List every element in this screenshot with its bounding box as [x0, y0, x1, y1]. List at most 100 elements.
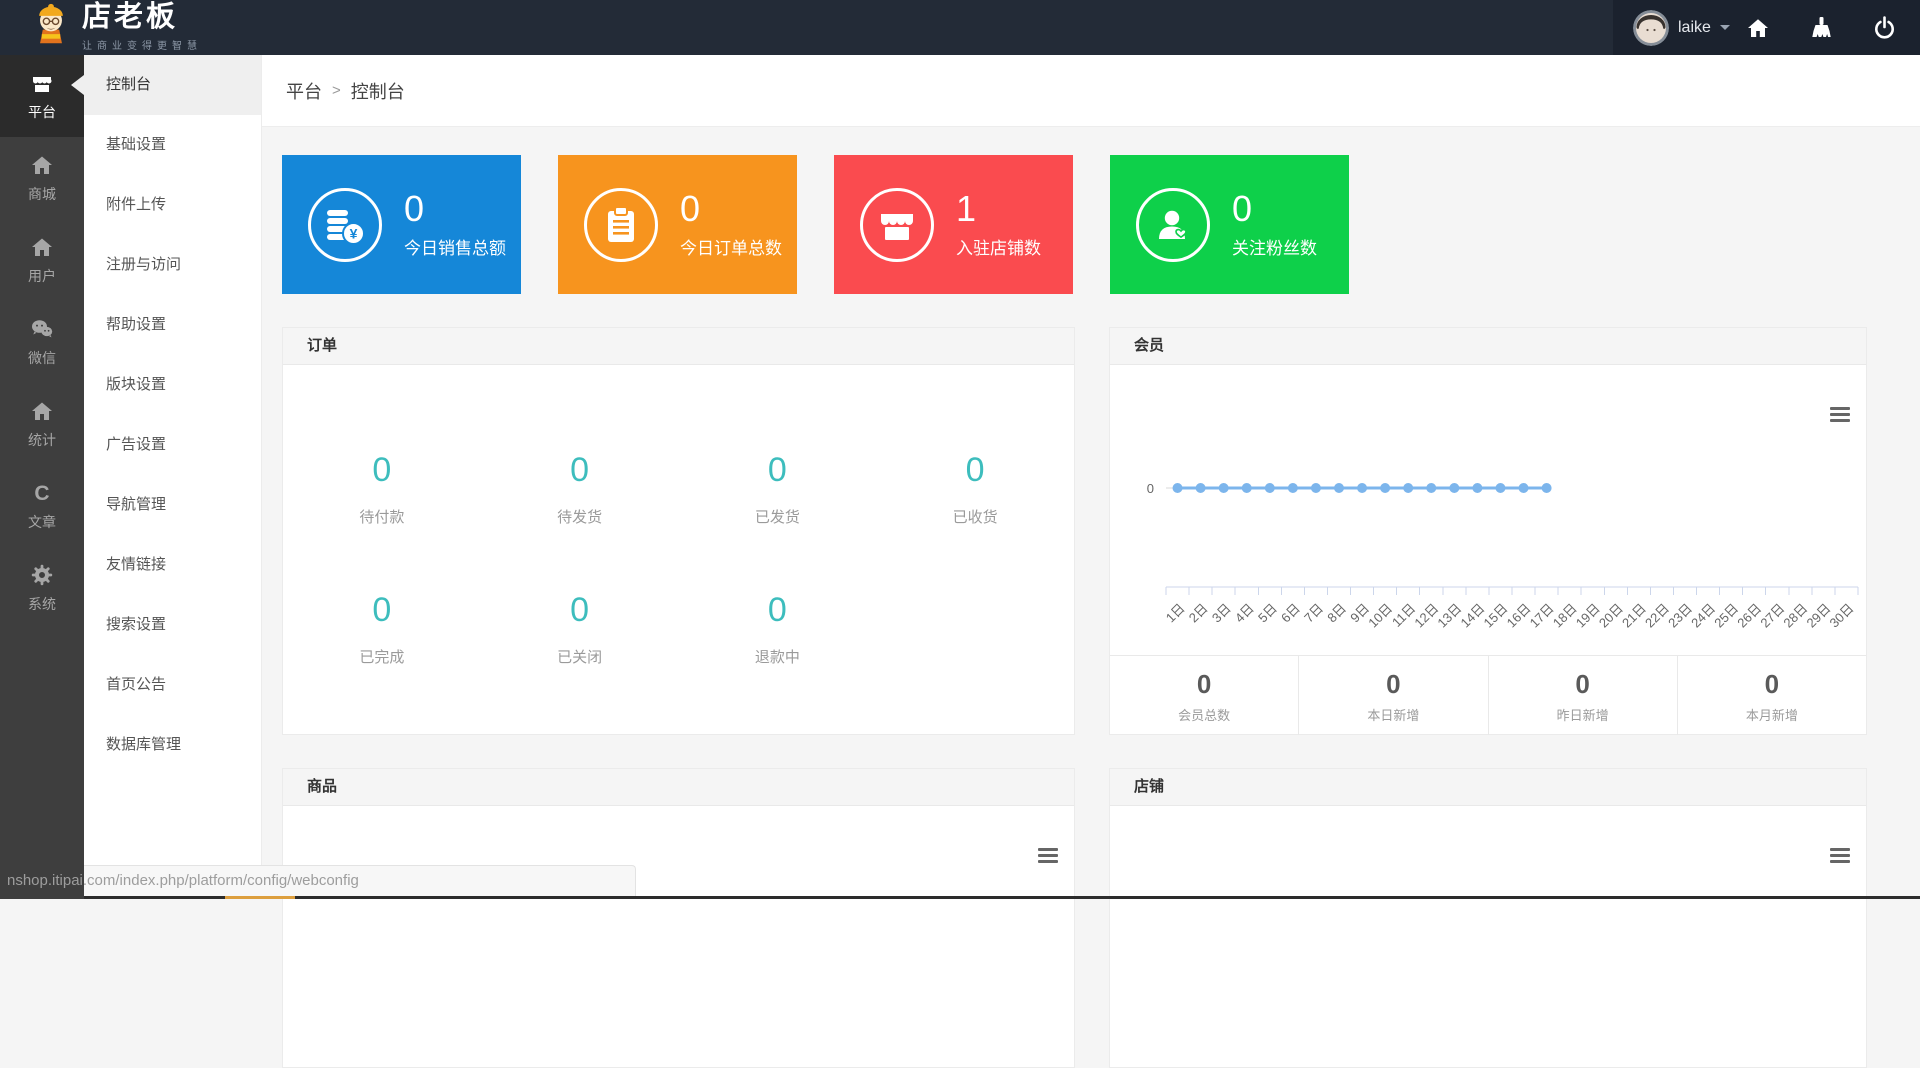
menu-item-nav-management[interactable]: 导航管理	[84, 475, 261, 535]
home-button[interactable]	[1746, 16, 1770, 40]
app-logo: 店老板 让商业变得更智慧	[0, 1, 202, 54]
power-icon	[1875, 16, 1894, 39]
svg-text:0: 0	[1147, 481, 1154, 496]
menu-item-ad-settings[interactable]: 广告设置	[84, 415, 261, 475]
order-stat: 0 退款中	[754, 591, 800, 666]
svg-text:12日: 12日	[1411, 601, 1441, 631]
members-panel: 会员 1日 2日 3日 4日 5日 6日 7日 8日 9日 10日 11日 12日 13日 14日 15日 1…	[1109, 327, 1867, 735]
sidebar-item-wechat[interactable]: 微信	[0, 301, 84, 383]
svg-text:28日: 28日	[1780, 601, 1810, 631]
user-menu[interactable]: laike	[1633, 9, 1730, 46]
svg-text:29日: 29日	[1803, 601, 1833, 631]
svg-text:25日: 25日	[1711, 601, 1741, 631]
home-icon	[1748, 18, 1768, 37]
sidebar-item-stats[interactable]: 统计	[0, 383, 84, 465]
home-icon	[32, 402, 52, 420]
menu-item-search-settings[interactable]: 搜索设置	[84, 595, 261, 655]
svg-text:7日: 7日	[1301, 601, 1326, 626]
svg-text:24日: 24日	[1688, 601, 1718, 631]
shops-panel: 店铺	[1109, 768, 1867, 1068]
svg-text:21日: 21日	[1619, 601, 1649, 631]
member-stat: 0 本月新增	[1676, 656, 1866, 735]
menu-item-database[interactable]: 数据库管理	[84, 715, 261, 775]
clipboard-icon	[584, 187, 658, 262]
svg-text:6日: 6日	[1278, 601, 1303, 626]
card-shop-count[interactable]: 1 入驻店铺数	[834, 155, 1073, 294]
chart-menu-button[interactable]	[1830, 407, 1850, 422]
header-user-area: laike	[1613, 0, 1920, 55]
svg-text:11日: 11日	[1389, 601, 1418, 630]
svg-text:13日: 13日	[1434, 601, 1464, 631]
svg-text:18日: 18日	[1550, 601, 1580, 631]
card-today-sales[interactable]: ¥ 0 今日销售总额	[282, 155, 521, 294]
sidebar-item-mall[interactable]: 商城	[0, 137, 84, 219]
chart-menu-button[interactable]	[1038, 848, 1058, 863]
order-stat: 0 已发货	[754, 451, 800, 526]
menu-item-basic-settings[interactable]: 基础设置	[84, 115, 261, 175]
order-stat: 0 待付款	[359, 451, 405, 526]
sidebar-item-system[interactable]: 系统	[0, 547, 84, 629]
svg-text:15日: 15日	[1481, 601, 1511, 631]
logo-subtitle: 让商业变得更智慧	[82, 41, 202, 52]
menu-item-section-settings[interactable]: 版块设置	[84, 355, 261, 415]
logout-button[interactable]	[1873, 16, 1896, 39]
member-stat: 0 会员总数	[1178, 669, 1231, 723]
member-stat: 0 本日新增	[1298, 656, 1487, 735]
products-panel-title: 商品	[283, 769, 1074, 806]
svg-text:8日: 8日	[1324, 601, 1349, 626]
member-stat: 0 昨日新增	[1487, 656, 1677, 735]
svg-text:3日: 3日	[1209, 601, 1234, 626]
menu-item-help-settings[interactable]: 帮助设置	[84, 295, 261, 355]
chart-menu-button[interactable]	[1830, 848, 1850, 863]
svg-text:14日: 14日	[1457, 601, 1487, 631]
svg-text:19日: 19日	[1573, 601, 1603, 631]
c-icon: C	[34, 482, 49, 505]
svg-text:C: C	[34, 482, 49, 505]
primary-sidebar: 平台 商城 用户 微信 统计 C 文章 系统	[0, 55, 84, 899]
sidebar-item-platform[interactable]: 平台	[0, 55, 84, 137]
avatar[interactable]	[1633, 9, 1669, 46]
order-stat: 0 已关闭	[557, 591, 603, 666]
menu-item-attachment-upload[interactable]: 附件上传	[84, 175, 261, 235]
chevron-down-icon	[1719, 25, 1730, 35]
fan-heart-icon	[1136, 187, 1210, 262]
card-fans-count[interactable]: 0 关注粉丝数	[1110, 155, 1349, 294]
svg-text:30日: 30日	[1827, 601, 1857, 631]
sidebar-item-articles[interactable]: C 文章	[0, 465, 84, 547]
home-icon	[32, 156, 52, 174]
menu-item-console[interactable]: 控制台	[84, 55, 261, 115]
brush-icon	[1812, 17, 1831, 37]
order-stat: 0 已收货	[952, 451, 998, 526]
svg-text:27日: 27日	[1757, 601, 1787, 631]
storefront-icon	[33, 76, 52, 92]
home-icon	[32, 238, 52, 256]
menu-item-friend-links[interactable]: 友情链接	[84, 535, 261, 595]
card-label: 今日销售总额	[404, 239, 506, 259]
card-value: 0	[1232, 187, 1253, 229]
card-today-orders[interactable]: 0 今日订单总数	[558, 155, 797, 294]
menu-item-register-access[interactable]: 注册与访问	[84, 235, 261, 295]
svg-text:4日: 4日	[1232, 601, 1257, 626]
card-value: 1	[956, 187, 977, 229]
clear-cache-button[interactable]	[1810, 16, 1833, 39]
storefront-icon	[860, 187, 934, 262]
svg-text:17日: 17日	[1527, 601, 1557, 631]
orders-stats-grid: 0 待付款 0 待发货 0 已发货 0 已收货 0 已完成 0 已关闭 0 退款中	[283, 365, 1074, 667]
logo-title: 店老板	[82, 1, 179, 33]
orders-panel: 订单 0 待付款 0 待发货 0 已发货 0 已收货 0 已完成 0 已关闭 0 退款中	[282, 327, 1075, 735]
svg-text:16日: 16日	[1504, 601, 1534, 631]
top-header-bar: 店老板 让商业变得更智慧 laike	[0, 0, 1920, 55]
breadcrumb-platform[interactable]: 平台	[286, 78, 322, 104]
orders-panel-title: 订单	[283, 328, 1074, 365]
order-stat: 0 已完成	[359, 591, 405, 666]
stat-cards-row: ¥ 0 今日销售总额 0 今日订单总数 1 入驻店铺数 0 关注粉丝数	[282, 155, 1920, 294]
status-url-text: nshop.itipai.com/index.php/platform/conf…	[7, 872, 359, 889]
sidebar-item-users[interactable]: 用户	[0, 219, 84, 301]
members-line-chart: 1日2日3日4日5日6日7日8日9日10日11日12日13日14日15日16日1…	[1147, 481, 1859, 631]
products-panel: 商品	[282, 768, 1075, 1068]
breadcrumb: 平台 > 控制台	[262, 55, 1920, 127]
svg-text:20日: 20日	[1596, 601, 1626, 631]
status-url-bubble: nshop.itipai.com/index.php/platform/conf…	[0, 865, 636, 896]
username: laike	[1678, 18, 1711, 36]
menu-item-home-notice[interactable]: 首页公告	[84, 655, 261, 715]
